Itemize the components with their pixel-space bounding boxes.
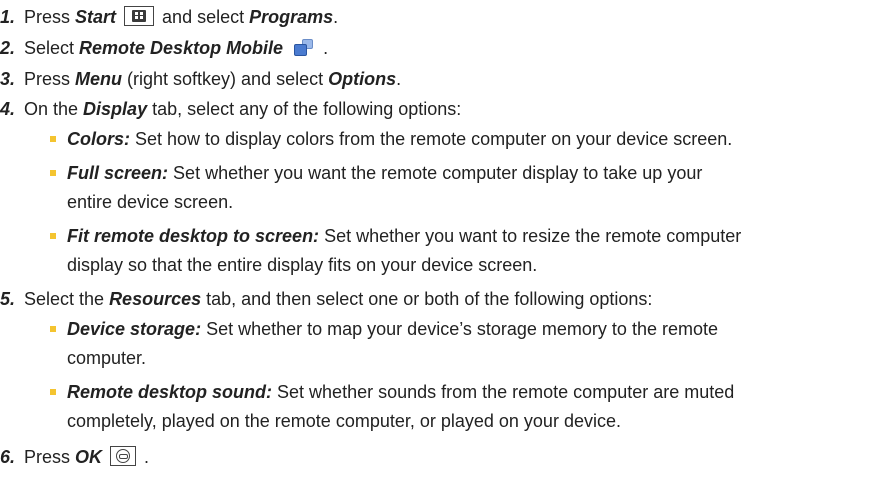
- option-description: Set how to display colors from the remot…: [135, 129, 733, 149]
- step-5: 5. Select the Resources tab, and then sel…: [0, 288, 652, 310]
- option-description: entire device screen.: [67, 192, 234, 212]
- step-text: and select: [157, 7, 250, 27]
- step-term: OK: [75, 447, 103, 467]
- step-term: Display: [83, 99, 148, 119]
- option-term: Remote desktop sound:: [67, 382, 273, 402]
- instruction-document: 1. Press Start and select Programs. 2. Sel…: [0, 0, 871, 478]
- step-number: 4.: [0, 99, 16, 119]
- bullet-marker: [50, 326, 56, 332]
- step-number: 1.: [0, 7, 16, 27]
- step-number: 3.: [0, 69, 16, 89]
- step-text: Select: [24, 38, 80, 58]
- list-item: Fit remote desktop to screen: Set whethe…: [50, 222, 850, 280]
- list-item: Device storage: Set whether to map your …: [50, 315, 850, 373]
- step-text: tab, select any of the following options…: [147, 99, 462, 119]
- step-term: Resources: [109, 289, 202, 309]
- option-description: Set whether you want to resize the remot…: [324, 226, 742, 246]
- step-4: 4. On the Display tab, select any of the …: [0, 98, 461, 120]
- list-item: Remote desktop sound: Set whether sounds…: [50, 378, 850, 436]
- step-text: Press: [24, 69, 76, 89]
- step-6: 6. Press OK .: [0, 446, 149, 468]
- option-description: Set whether sounds from the remote compu…: [277, 382, 735, 402]
- option-description: Set whether you want the remote computer…: [173, 163, 703, 183]
- step-text: .: [396, 69, 402, 89]
- step-number: 2.: [0, 38, 16, 58]
- option-term: Full screen:: [67, 163, 169, 183]
- step-text: Press: [24, 7, 76, 27]
- option-term: Device storage:: [67, 319, 202, 339]
- step-text: Press: [24, 447, 76, 467]
- step-term: Remote Desktop Mobile: [79, 38, 284, 58]
- remote-desktop-mobile-icon: [292, 38, 314, 58]
- option-description: computer.: [67, 348, 147, 368]
- bullet-marker: [50, 233, 56, 239]
- option-description: completely, played on the remote compute…: [67, 411, 621, 431]
- step-number: 5.: [0, 289, 16, 309]
- step-3: 3. Press Menu (right softkey) and select …: [0, 68, 401, 90]
- bullet-marker: [50, 389, 56, 395]
- bullet-marker: [50, 170, 56, 176]
- bullet-marker: [50, 136, 56, 142]
- step-text: Select the: [24, 289, 110, 309]
- step-term: Options: [328, 69, 397, 89]
- step-number: 6.: [0, 447, 16, 467]
- step-term: Start: [75, 7, 117, 27]
- step-2: 2. Select Remote Desktop Mobile .: [0, 37, 328, 59]
- option-term: Colors:: [67, 129, 130, 149]
- ok-key-icon: [110, 446, 137, 466]
- step-text: On the: [24, 99, 84, 119]
- windows-start-key-icon: [124, 6, 155, 26]
- option-description: display so that the entire display fits …: [67, 255, 538, 275]
- step-term: Programs: [249, 7, 334, 27]
- list-item: Colors: Set how to display colors from t…: [50, 125, 850, 154]
- step-1: 1. Press Start and select Programs.: [0, 6, 338, 28]
- step-term: Menu: [75, 69, 123, 89]
- step-text: .: [333, 7, 339, 27]
- step-text: tab, and then select one or both of the …: [201, 289, 653, 309]
- step-text: .: [318, 38, 329, 58]
- option-term: Fit remote desktop to screen:: [67, 226, 320, 246]
- list-item: Full screen: Set whether you want the re…: [50, 159, 850, 217]
- step-text: (right softkey) and select: [122, 69, 329, 89]
- step-text: .: [139, 447, 150, 467]
- option-description: Set whether to map your device’s storage…: [206, 319, 718, 339]
